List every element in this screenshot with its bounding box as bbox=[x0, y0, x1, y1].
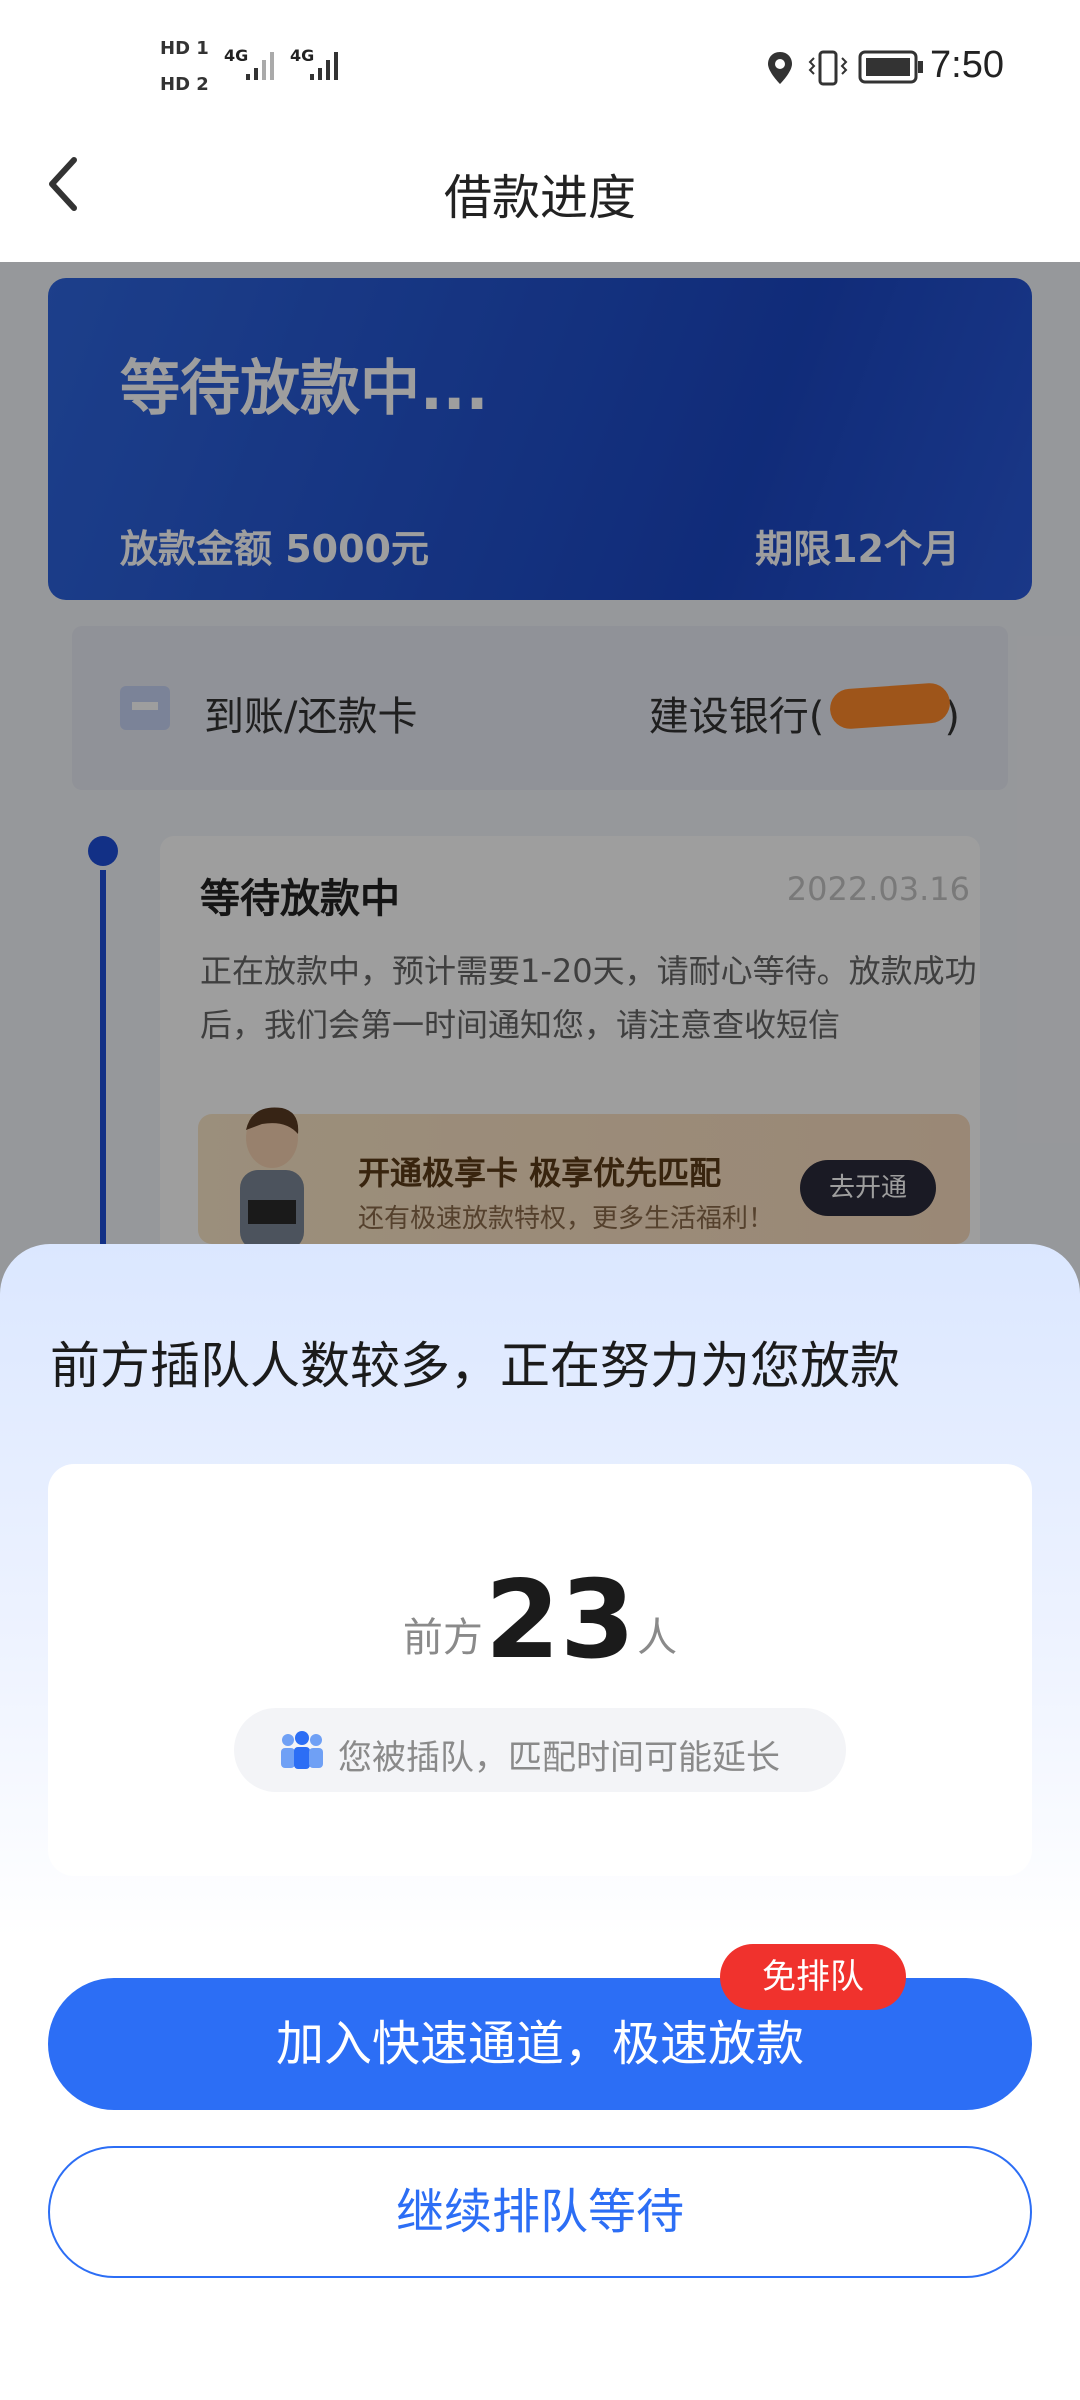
vibrate-icon bbox=[808, 50, 848, 86]
people-icon bbox=[281, 1731, 323, 1769]
page-title: 借款进度 bbox=[443, 170, 636, 226]
hd-indicator-1: HD 1 bbox=[160, 38, 209, 59]
sheet-title: 前方插队人数较多，正在努力为您放款 bbox=[50, 1337, 900, 1395]
queue-prefix: 前方 bbox=[402, 1615, 483, 1661]
clock: 7:50 bbox=[930, 44, 1004, 86]
signal-icon-2 bbox=[310, 52, 338, 80]
network-type-1: 4G bbox=[224, 46, 249, 65]
queue-notice-text: 您被插队，匹配时间可能延长 bbox=[338, 1738, 780, 1778]
location-icon bbox=[768, 52, 792, 84]
queue-suffix: 人 bbox=[637, 1615, 678, 1661]
queue-count-line: 前方23人 bbox=[48, 1558, 1032, 1683]
status-bar: HD 1 HD 2 4G 4G 7:50 bbox=[0, 0, 1080, 130]
continue-waiting-button[interactable]: 继续排队等待 bbox=[48, 2146, 1032, 2278]
battery-icon bbox=[858, 50, 923, 84]
queue-count: 23 bbox=[484, 1558, 636, 1683]
hd-indicator-2: HD 2 bbox=[160, 74, 209, 95]
no-queue-badge: 免排队 bbox=[720, 1944, 906, 2010]
signal-icon-1 bbox=[246, 52, 274, 80]
